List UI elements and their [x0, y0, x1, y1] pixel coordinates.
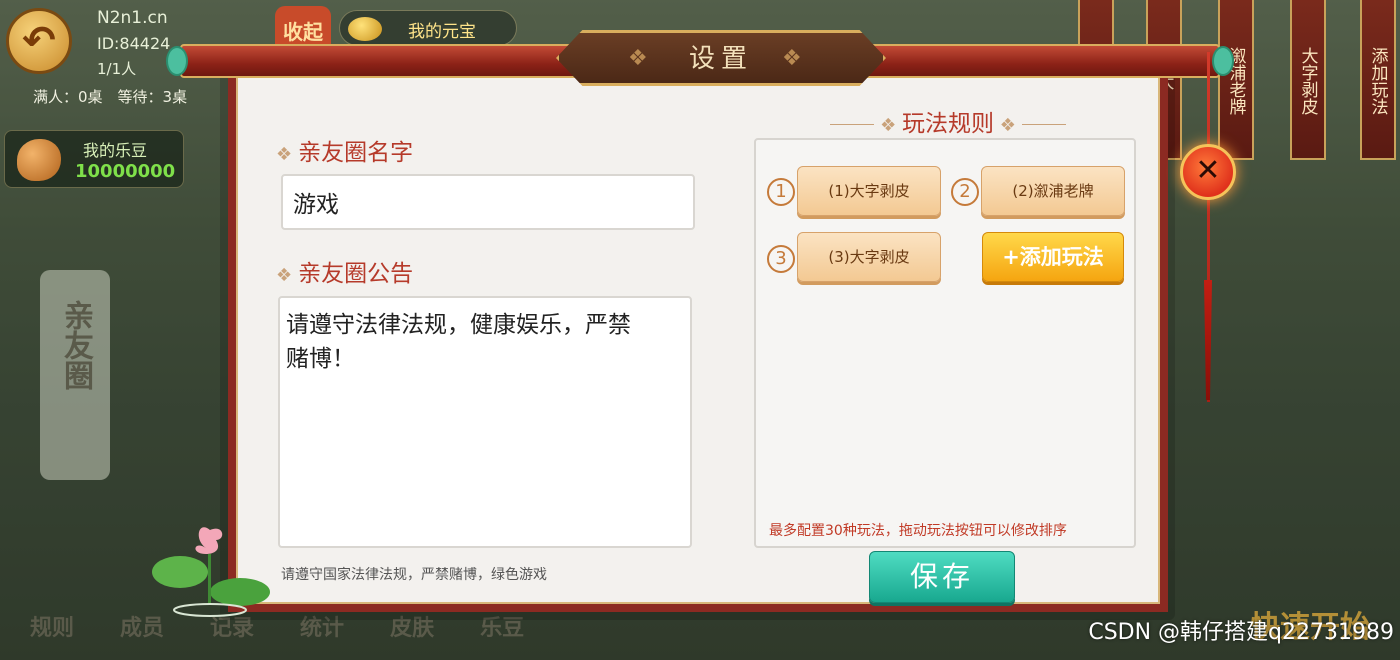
banner-tab-2[interactable]: 溆浦老牌 — [1218, 0, 1254, 160]
name-label: 亲友圈名字 — [298, 140, 414, 166]
rule-number-1: 1 — [767, 178, 795, 206]
divider — [830, 124, 875, 125]
rod-cap-right — [1212, 46, 1234, 76]
rules-hint: 最多配置30种玩法，拖动玩法按钮可以修改排序 — [769, 523, 1067, 539]
save-button[interactable]: 保存 — [869, 551, 1015, 603]
nav-rules[interactable]: 规则 — [30, 610, 74, 654]
beans-value: 10000000 — [75, 161, 176, 182]
beans-box: 我的乐豆 10000000 — [4, 130, 184, 188]
yuanbao-label: 我的元宝 — [408, 22, 476, 42]
notice-hint: 请遵守国家法律法规，严禁赌博，绿色游戏 — [281, 567, 547, 583]
dialog-title: 设置 — [688, 44, 753, 74]
club-notice-textarea[interactable]: 请遵守法律法规，健康娱乐，严禁 赌博！ — [278, 296, 692, 548]
divider — [1021, 124, 1066, 125]
close-icon: ✕ — [1195, 153, 1221, 188]
ornament-icon: ❖ — [276, 265, 293, 286]
rule-number-3: 3 — [767, 245, 795, 273]
club-side-tab[interactable]: 亲友圈 — [40, 270, 110, 480]
yuanbao-button[interactable]: 我的元宝 — [339, 10, 517, 46]
rule-button-3[interactable]: (3)大字剥皮 — [797, 232, 941, 282]
banner-label: 大字剥皮 — [1297, 47, 1318, 115]
yuanbao-icon — [348, 17, 382, 41]
ornament-icon: ❖ — [994, 115, 1016, 136]
back-button[interactable]: ↶ — [6, 8, 72, 74]
ornament-icon: ❖ — [276, 144, 293, 165]
rule-number-2: 2 — [951, 178, 979, 206]
banner-label: 添加玩法 — [1367, 47, 1388, 115]
banner-tab-add[interactable]: 添加玩法 — [1360, 0, 1396, 160]
rules-title-row: ❖ 玩法规则 ❖ — [798, 104, 1098, 138]
notice-label-row: ❖ 亲友圈公告 — [276, 254, 413, 288]
rule-button-2[interactable]: (2)溆浦老牌 — [981, 166, 1125, 216]
rod-cap-left — [166, 46, 188, 76]
beans-label: 我的乐豆 — [83, 141, 148, 160]
add-rule-button[interactable]: +添加玩法 — [982, 232, 1124, 282]
rule-button-1[interactable]: (1)大字剥皮 — [797, 166, 941, 216]
online-count: 1/1人 — [97, 60, 137, 78]
close-button[interactable]: ✕ — [1180, 144, 1236, 200]
table-status: 满人：0桌 等待：3桌 — [33, 88, 188, 106]
watermark: CSDN @韩仔搭建q22731989 — [1088, 620, 1394, 645]
bean-icon — [17, 139, 61, 181]
player-id: ID:84424 — [97, 34, 171, 53]
club-site: N2n1.cn — [97, 8, 168, 28]
banner-tab-3[interactable]: 大字剥皮 — [1290, 0, 1326, 160]
rules-title: 玩法规则 — [902, 111, 994, 137]
name-label-row: ❖ 亲友圈名字 — [276, 133, 413, 167]
ornament-icon: ❖ — [880, 115, 902, 136]
notice-label: 亲友圈公告 — [298, 261, 414, 287]
lotus-decoration — [152, 527, 270, 617]
arrow-left-icon: ↶ — [22, 18, 56, 64]
club-name-input[interactable] — [281, 174, 695, 230]
club-tab-label: 亲友圈 — [58, 300, 93, 390]
